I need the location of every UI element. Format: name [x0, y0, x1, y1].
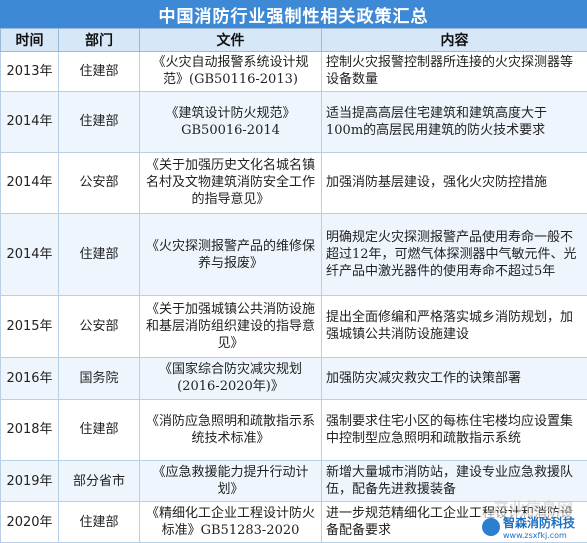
- cell-year: 2016年: [0, 356, 59, 400]
- table-row: 2015年 公安部 《关于加强城镇公共消防设施和基层消防组织建设的指导意见》 提…: [0, 294, 587, 358]
- policy-table: 时间 部门 文件 内容 2013年 住建部 《火灾自动报警系统设计规范》(GB5…: [0, 28, 587, 543]
- cell-department: 部分省市: [58, 460, 140, 503]
- cell-department: 住建部: [58, 213, 140, 296]
- cell-document: 《火灾探测报警产品的维修保养与报废》: [139, 213, 322, 296]
- cell-content: 新增大量城市消防站，建设专业应急救援队伍，配备先进救援装备: [321, 460, 587, 503]
- cell-document: 《关于加强城镇公共消防设施和基层消防组织建设的指导意见》: [139, 294, 322, 358]
- header-row: 时间 部门 文件 内容: [0, 28, 587, 52]
- cell-document: 《应急救援能力提升行动计划》: [139, 460, 322, 503]
- cell-document: 《国家综合防灾减灾规划(2016-2020年)》: [139, 356, 322, 400]
- cell-content: 进一步规范精细化工企业工程设计和消防设备配备要求: [321, 501, 587, 543]
- cell-content: 明确规定火灾探测报警产品使用寿命一般不超过12年，可燃气体探测器中气敏元件、光纤…: [321, 213, 587, 296]
- table-row: 2016年 国务院 《国家综合防灾减灾规划(2016-2020年)》 加强防灾减…: [0, 356, 587, 400]
- table-row: 2018年 住建部 《消防应急照明和疏散指示系统技术标准》 强制要求住宅小区的每…: [0, 398, 587, 462]
- cell-department: 住建部: [58, 398, 140, 462]
- cell-department: 国务院: [58, 356, 140, 400]
- cell-document: 《火灾自动报警系统设计规范》(GB50116-2013): [139, 51, 322, 92]
- cell-year: 2018年: [0, 398, 59, 462]
- cell-content: 适当提高高层住宅建筑和建筑高度大于100m的高层民用建筑的防火技术要求: [321, 90, 587, 153]
- cell-document: 《建筑设计防火规范》GB50016-2014: [139, 90, 322, 153]
- cell-year: 2020年: [0, 501, 59, 543]
- table-title: 中国消防行业强制性相关政策汇总: [0, 0, 587, 28]
- cell-document: 《关于加强历史文化名城名镇名村及文物建筑消防安全工作的指导意见》: [139, 151, 322, 215]
- cell-department: 住建部: [58, 51, 140, 92]
- table-row: 2020年 住建部 《精细化工企业工程设计防火标准》GB51283-2020 进…: [0, 501, 587, 543]
- cell-department: 住建部: [58, 90, 140, 153]
- cell-year: 2014年: [0, 151, 59, 215]
- cell-year: 2014年: [0, 213, 59, 296]
- column-header-time: 时间: [0, 28, 59, 52]
- cell-department: 公安部: [58, 151, 140, 215]
- cell-content: 强制要求住宅小区的每栋住宅楼均应设置集中控制型应急照明和疏散指示系统: [321, 398, 587, 462]
- cell-year: 2019年: [0, 460, 59, 503]
- cell-content: 加强防灾减灾救灾工作的诀策部署: [321, 356, 587, 400]
- cell-department: 公安部: [58, 294, 140, 358]
- table-row: 2014年 公安部 《关于加强历史文化名城名镇名村及文物建筑消防安全工作的指导意…: [0, 151, 587, 215]
- cell-document: 《精细化工企业工程设计防火标准》GB51283-2020: [139, 501, 322, 543]
- column-header-document: 文件: [139, 28, 322, 52]
- cell-year: 2014年: [0, 90, 59, 153]
- table-row: 2013年 住建部 《火灾自动报警系统设计规范》(GB50116-2013) 控…: [0, 51, 587, 92]
- cell-year: 2015年: [0, 294, 59, 358]
- column-header-department: 部门: [58, 28, 140, 52]
- cell-department: 住建部: [58, 501, 140, 543]
- table-body: 2013年 住建部 《火灾自动报警系统设计规范》(GB50116-2013) 控…: [0, 51, 587, 543]
- column-header-content: 内容: [321, 28, 587, 52]
- cell-year: 2013年: [0, 51, 59, 92]
- cell-content: 控制火灾报警控制器所连接的火灾探测器等设备数量: [321, 51, 587, 92]
- table-row: 2014年 住建部 《火灾探测报警产品的维修保养与报废》 明确规定火灾探测报警产…: [0, 213, 587, 296]
- table-row: 2014年 住建部 《建筑设计防火规范》GB50016-2014 适当提高高层住…: [0, 90, 587, 153]
- cell-document: 《消防应急照明和疏散指示系统技术标准》: [139, 398, 322, 462]
- cell-content: 提出全面修编和严格落实城乡消防规划，加强城镇公共消防设施建设: [321, 294, 587, 358]
- cell-content: 加强消防基层建设，强化火灾防控措施: [321, 151, 587, 215]
- table-row: 2019年 部分省市 《应急救援能力提升行动计划》 新增大量城市消防站，建设专业…: [0, 460, 587, 503]
